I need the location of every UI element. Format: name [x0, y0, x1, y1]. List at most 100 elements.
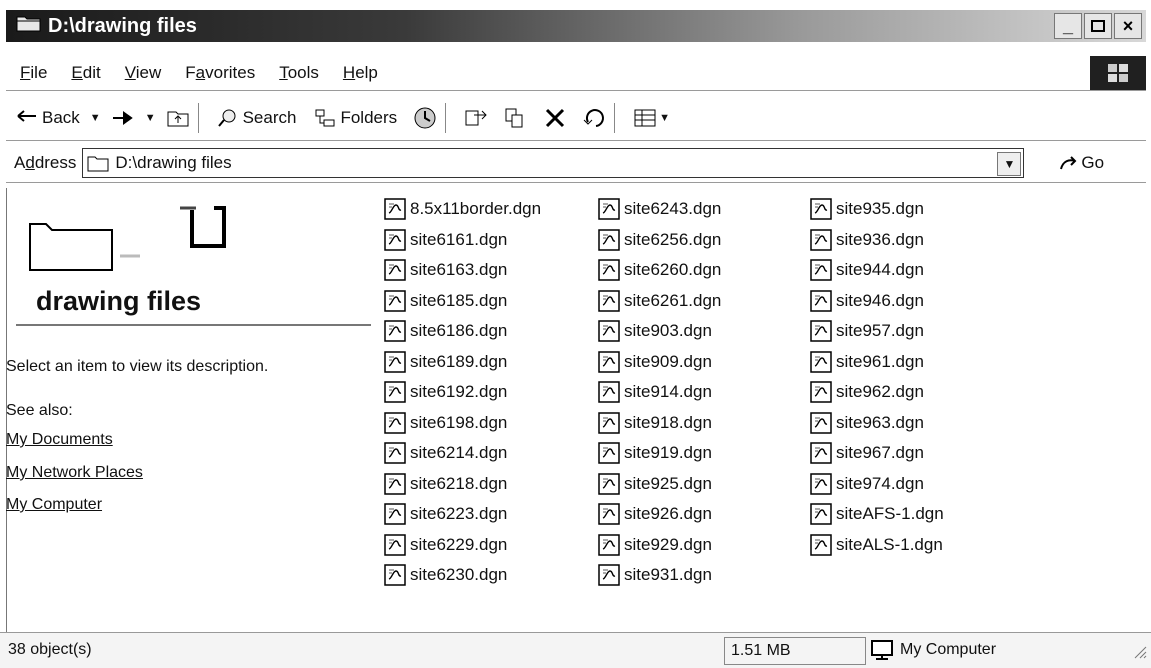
- file-item[interactable]: site936.dgn: [810, 225, 944, 256]
- undo-icon: [583, 109, 605, 127]
- file-item[interactable]: site961.dgn: [810, 347, 944, 378]
- file-name: site6185.dgn: [410, 290, 508, 310]
- forward-button[interactable]: ▼: [111, 111, 156, 125]
- dgn-file-icon: [810, 503, 832, 525]
- folders-button[interactable]: Folders: [314, 108, 397, 128]
- link-my-computer[interactable]: My Computer: [6, 496, 102, 514]
- menu-favorites[interactable]: Favorites: [185, 63, 255, 83]
- file-item[interactable]: site6223.dgn: [384, 499, 541, 530]
- file-item[interactable]: site6260.dgn: [598, 255, 721, 286]
- file-item[interactable]: site909.dgn: [598, 347, 721, 378]
- address-value: D:\drawing files: [115, 153, 232, 172]
- file-item[interactable]: site957.dgn: [810, 316, 944, 347]
- file-item[interactable]: site903.dgn: [598, 316, 721, 347]
- file-item[interactable]: site6243.dgn: [598, 194, 721, 225]
- file-item[interactable]: 8.5x11border.dgn: [384, 194, 541, 225]
- dgn-file-icon: [598, 503, 620, 525]
- description-text: Select an item to view its description.: [6, 358, 269, 375]
- see-also-label: See also:: [6, 402, 73, 419]
- menu-edit[interactable]: Edit: [71, 63, 100, 83]
- toolbar-separator: [197, 103, 199, 133]
- file-item[interactable]: site946.dgn: [810, 286, 944, 317]
- move-to-button[interactable]: [464, 107, 488, 129]
- file-item[interactable]: site6214.dgn: [384, 438, 541, 469]
- file-name: site6218.dgn: [410, 473, 508, 493]
- search-icon: [217, 109, 236, 127]
- go-button[interactable]: Go: [1058, 153, 1104, 173]
- forward-dropdown-icon[interactable]: ▼: [145, 112, 156, 124]
- toolbar: Back ▼ ▼ Search Folders ▼: [6, 96, 1146, 141]
- address-input[interactable]: D:\drawing files ▼: [82, 148, 1025, 178]
- back-button[interactable]: Back ▼: [16, 108, 101, 128]
- file-item[interactable]: site6189.dgn: [384, 347, 541, 378]
- file-name: site974.dgn: [836, 473, 924, 493]
- history-icon: [414, 107, 436, 129]
- file-name: site926.dgn: [624, 504, 712, 524]
- file-item[interactable]: site963.dgn: [810, 408, 944, 439]
- resize-grip-icon[interactable]: [1133, 645, 1147, 664]
- maximize-button[interactable]: [1084, 13, 1112, 39]
- copy-to-button[interactable]: [504, 107, 528, 129]
- menu-tools[interactable]: Tools: [279, 63, 319, 83]
- file-name: site6260.dgn: [624, 260, 722, 280]
- file-item[interactable]: site931.dgn: [598, 560, 721, 591]
- file-name: siteALS-1.dgn: [836, 534, 943, 554]
- folders-label: Folders: [340, 108, 398, 127]
- file-name: siteAFS-1.dgn: [836, 504, 944, 524]
- file-item[interactable]: site974.dgn: [810, 469, 944, 500]
- file-item[interactable]: siteALS-1.dgn: [810, 530, 944, 561]
- toolbar-separator: [614, 103, 616, 133]
- file-item[interactable]: site6229.dgn: [384, 530, 541, 561]
- file-item[interactable]: site6192.dgn: [384, 377, 541, 408]
- file-item[interactable]: site926.dgn: [598, 499, 721, 530]
- file-item[interactable]: site944.dgn: [810, 255, 944, 286]
- file-item[interactable]: siteAFS-1.dgn: [810, 499, 944, 530]
- go-label: Go: [1081, 153, 1105, 172]
- link-my-documents[interactable]: My Documents: [6, 431, 113, 449]
- dgn-file-icon: [384, 351, 406, 373]
- dgn-file-icon: [810, 290, 832, 312]
- back-label: Back: [42, 108, 80, 127]
- menu-file[interactable]: File: [20, 63, 47, 83]
- file-item[interactable]: site6256.dgn: [598, 225, 721, 256]
- views-dropdown-icon[interactable]: ▼: [659, 112, 670, 124]
- back-dropdown-icon[interactable]: ▼: [90, 112, 101, 124]
- file-name: site914.dgn: [624, 382, 712, 402]
- zone-label: My Computer: [900, 641, 997, 658]
- file-item[interactable]: site6163.dgn: [384, 255, 541, 286]
- link-my-network-places[interactable]: My Network Places: [6, 464, 143, 482]
- address-dropdown-button[interactable]: ▼: [997, 152, 1022, 176]
- views-button[interactable]: ▼: [633, 108, 670, 128]
- file-item[interactable]: site967.dgn: [810, 438, 944, 469]
- undo-button[interactable]: [582, 108, 606, 128]
- file-item[interactable]: site6230.dgn: [384, 560, 541, 591]
- file-item[interactable]: site6185.dgn: [384, 286, 541, 317]
- file-item[interactable]: site6198.dgn: [384, 408, 541, 439]
- file-item[interactable]: site929.dgn: [598, 530, 721, 561]
- file-item[interactable]: site918.dgn: [598, 408, 721, 439]
- up-folder-button[interactable]: [166, 108, 190, 128]
- dgn-file-icon: [384, 290, 406, 312]
- file-item[interactable]: site962.dgn: [810, 377, 944, 408]
- address-bar: Address D:\drawing files ▼ Go: [6, 144, 1146, 183]
- menu-view[interactable]: View: [125, 63, 162, 83]
- dgn-file-icon: [598, 351, 620, 373]
- file-item[interactable]: site6261.dgn: [598, 286, 721, 317]
- close-button[interactable]: ×: [1114, 13, 1142, 39]
- file-item[interactable]: site6218.dgn: [384, 469, 541, 500]
- file-item[interactable]: site935.dgn: [810, 194, 944, 225]
- delete-button[interactable]: [544, 107, 566, 129]
- file-item[interactable]: site914.dgn: [598, 377, 721, 408]
- file-name: site6214.dgn: [410, 443, 508, 463]
- file-item[interactable]: site919.dgn: [598, 438, 721, 469]
- search-button[interactable]: Search: [217, 108, 296, 128]
- history-button[interactable]: [413, 106, 437, 130]
- file-item[interactable]: site6186.dgn: [384, 316, 541, 347]
- file-name: site931.dgn: [624, 565, 712, 585]
- minimize-button[interactable]: _: [1054, 13, 1082, 39]
- menu-help[interactable]: Help: [343, 63, 378, 83]
- file-item[interactable]: site6161.dgn: [384, 225, 541, 256]
- file-item[interactable]: site925.dgn: [598, 469, 721, 500]
- dgn-file-icon: [810, 351, 832, 373]
- file-column-2: site6243.dgn site6256.dgn site6260.dgn site…: [598, 194, 721, 591]
